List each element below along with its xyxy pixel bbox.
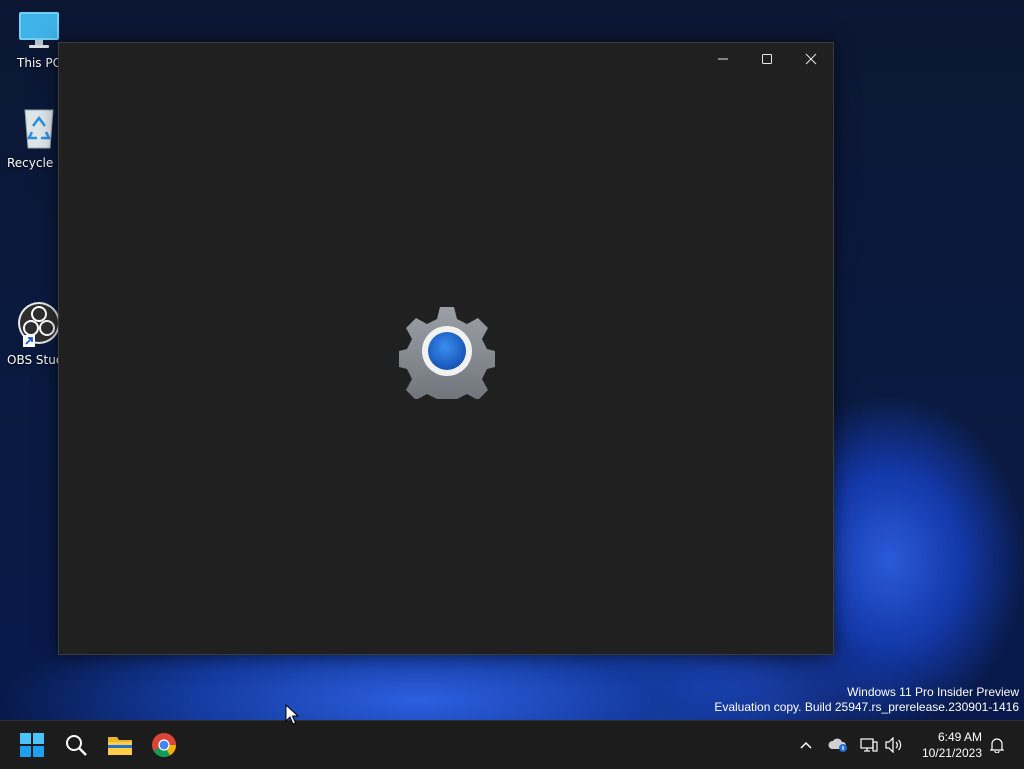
network-button[interactable] [858, 721, 880, 769]
maximize-button[interactable] [745, 43, 789, 75]
mouse-cursor-icon [285, 704, 299, 725]
clock-date: 10/21/2023 [921, 746, 982, 760]
this-pc-icon [19, 12, 59, 48]
clock-time: 6:49 AM [937, 730, 982, 744]
close-button[interactable] [789, 43, 833, 75]
file-explorer-icon [108, 737, 132, 755]
maximize-icon [762, 54, 772, 64]
file-explorer-button[interactable] [104, 729, 136, 761]
show-hidden-icons-button[interactable] [794, 721, 818, 769]
taskbar-clock[interactable]: 6:49 AM 10/21/2023 [922, 729, 982, 761]
settings-gear-icon [395, 307, 499, 411]
minimize-button[interactable] [701, 43, 745, 75]
bell-icon [990, 738, 1004, 753]
start-button[interactable] [16, 729, 48, 761]
settings-window[interactable] [58, 42, 834, 655]
onedrive-icon [828, 738, 847, 752]
chrome-button[interactable] [148, 729, 180, 761]
volume-button[interactable] [883, 721, 905, 769]
start-icon [20, 733, 44, 757]
volume-icon [885, 737, 902, 753]
search-icon [66, 735, 87, 756]
watermark-edition: Windows 11 Pro Insider Preview [847, 685, 1019, 699]
window-titlebar[interactable] [701, 43, 833, 75]
notifications-button[interactable] [986, 721, 1008, 769]
settings-splash [395, 303, 499, 411]
chrome-icon [152, 733, 176, 758]
windows-watermark: Windows 11 Pro Insider Preview Evaluatio… [714, 685, 1019, 715]
close-icon [805, 53, 817, 65]
recycle-bin-icon [24, 109, 54, 149]
chevron-up-icon [800, 741, 812, 749]
watermark-build: Evaluation copy. Build 25947.rs_prerelea… [714, 700, 1019, 714]
onedrive-button[interactable] [826, 721, 850, 769]
taskbar: 6:49 AM 10/21/2023 [0, 720, 1024, 769]
minimize-icon [718, 58, 728, 60]
network-icon [860, 738, 878, 752]
obs-studio-icon [18, 302, 60, 347]
search-button[interactable] [60, 729, 92, 761]
